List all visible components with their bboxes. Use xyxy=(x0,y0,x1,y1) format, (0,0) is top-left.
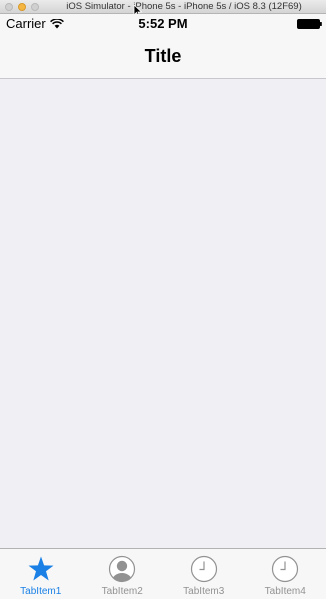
tab-bar: TabItem1 TabItem2 TabItem3 TabItem4 xyxy=(0,548,326,599)
window-minimize-button[interactable] xyxy=(18,3,26,11)
clock-icon xyxy=(190,555,217,583)
window-title: iOS Simulator - iPhone 5s - iPhone 5s / … xyxy=(66,1,302,12)
tab-item-1-label: TabItem1 xyxy=(20,586,62,597)
main-content-area[interactable] xyxy=(0,79,326,548)
page-title: Title xyxy=(144,46,182,66)
tab-item-4-label: TabItem4 xyxy=(264,586,306,597)
person-icon xyxy=(109,555,136,583)
tab-item-1[interactable]: TabItem1 xyxy=(0,549,82,599)
battery-icon xyxy=(297,19,322,29)
window-close-button[interactable] xyxy=(5,3,13,11)
star-icon xyxy=(28,556,54,581)
tab-item-2-label: TabItem2 xyxy=(101,586,143,597)
tab-item-4[interactable]: TabItem4 xyxy=(245,549,326,599)
tab-item-3[interactable]: TabItem3 xyxy=(163,549,245,599)
ios-status-bar: Carrier 5:52 PM xyxy=(0,14,326,34)
clock-label: 5:52 PM xyxy=(138,16,188,31)
tab-item-2[interactable]: TabItem2 xyxy=(82,549,164,599)
window-zoom-button[interactable] xyxy=(31,3,39,11)
clock-icon xyxy=(272,555,299,583)
tab-item-3-label: TabItem3 xyxy=(183,586,225,597)
navigation-bar: Title xyxy=(0,34,326,79)
simulator-title-bar: iOS Simulator - iPhone 5s - iPhone 5s / … xyxy=(0,0,326,18)
